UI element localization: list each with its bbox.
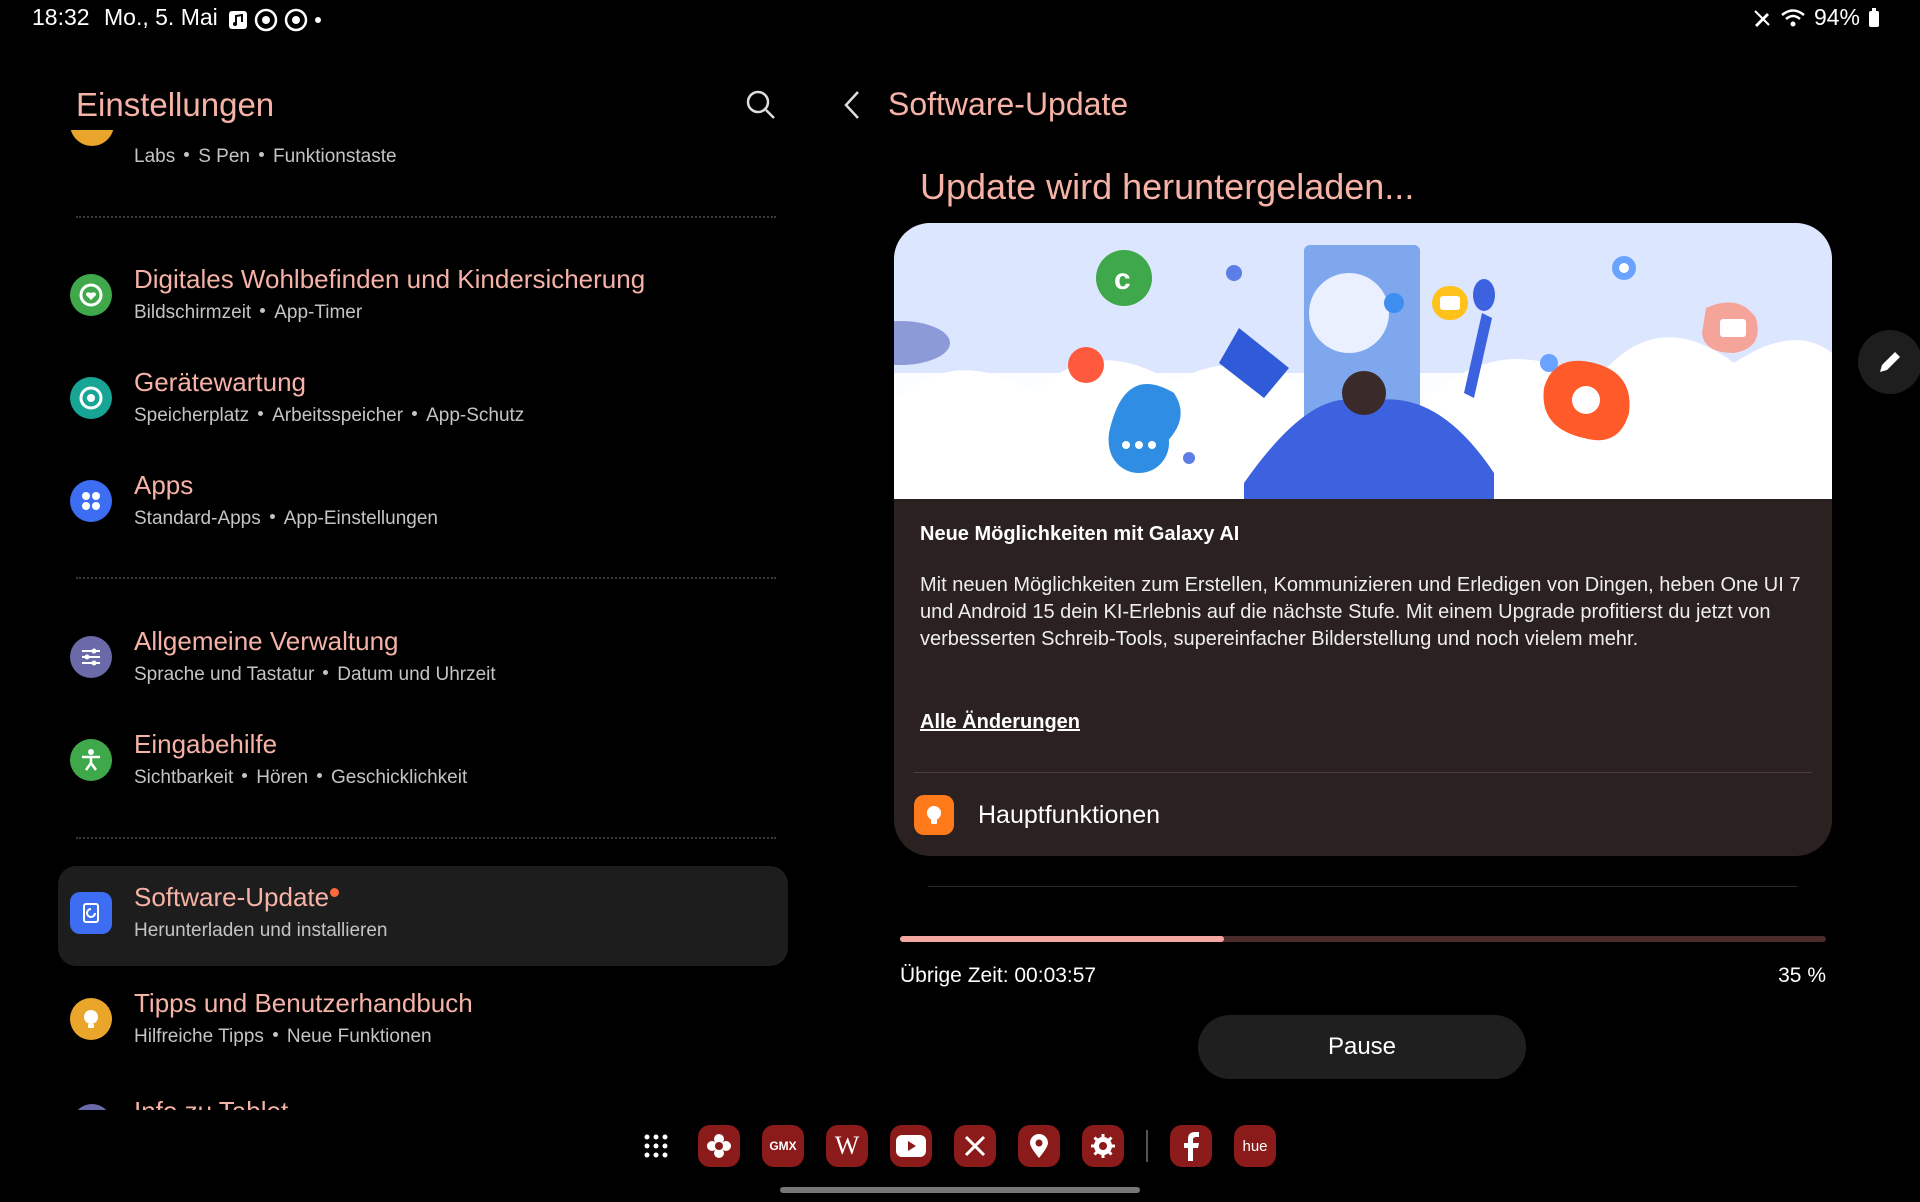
dock-app-gallery[interactable] bbox=[698, 1125, 740, 1167]
settings-item-general-management[interactable]: Allgemeine Verwaltung Sprache und Tastat… bbox=[58, 610, 788, 710]
download-progress-bar bbox=[900, 936, 1826, 942]
settings-item-subtitle: Herunterladen und installieren bbox=[134, 920, 388, 941]
download-status-heading: Update wird heruntergeladen... bbox=[920, 166, 1415, 207]
dock-app-youtube[interactable] bbox=[890, 1125, 932, 1167]
dock-separator bbox=[1146, 1130, 1148, 1162]
main-features-item[interactable]: Hauptfunktionen bbox=[978, 801, 1160, 830]
progress-percent: 35 % bbox=[1778, 964, 1826, 987]
settings-item-title: Tipps und Benutzerhandbuch bbox=[134, 988, 473, 1018]
about-tablet-icon bbox=[72, 1104, 112, 1110]
settings-item-title: Digitales Wohlbefinden und Kindersicheru… bbox=[134, 264, 646, 294]
flower-icon bbox=[707, 1134, 731, 1158]
battery-icon bbox=[1869, 7, 1879, 27]
software-update-icon bbox=[70, 892, 112, 934]
notification-badge-icon bbox=[254, 8, 278, 32]
settings-item-subtitle: Speicherplatz Arbeitsspeicher App-Schutz bbox=[134, 405, 525, 426]
bulb-icon bbox=[914, 795, 954, 835]
divider bbox=[928, 886, 1798, 887]
status-right: 94% bbox=[1752, 4, 1880, 31]
facebook-icon bbox=[1184, 1132, 1199, 1161]
settings-item-accessibility[interactable]: Eingabehilfe Sichtbarkeit Hören Geschickli… bbox=[58, 713, 788, 813]
search-icon bbox=[746, 90, 775, 119]
update-badge bbox=[330, 888, 339, 897]
galaxy-ai-illustration: c bbox=[894, 223, 1832, 499]
dock-app-wikipedia[interactable]: W bbox=[826, 1125, 868, 1167]
settings-item-subtitle: Sprache und Tastatur Datum und Uhrzeit bbox=[134, 664, 496, 685]
accessibility-icon bbox=[70, 739, 112, 781]
settings-item-title: Gerätewartung bbox=[134, 367, 306, 397]
settings-item-title: Allgemeine Verwaltung bbox=[134, 626, 399, 656]
notification-icons bbox=[228, 8, 322, 32]
app-drawer-button[interactable] bbox=[636, 1125, 676, 1167]
divider bbox=[914, 772, 1812, 773]
taskbar: GMX W hue bbox=[636, 1122, 1276, 1170]
settings-item-wellbeing[interactable]: Digitales Wohlbefinden und Kindersicheru… bbox=[58, 248, 788, 348]
more-notifications-icon bbox=[315, 17, 321, 23]
settings-item-subtitle: Bildschirmzeit App-Timer bbox=[134, 302, 363, 323]
release-notes-heading: Neue Möglichkeiten mit Galaxy AI bbox=[920, 523, 1240, 545]
page-title: Software-Update bbox=[888, 86, 1129, 122]
settings-item-subtitle: Hilfreiche Tipps Neue Funktionen bbox=[134, 1026, 432, 1047]
settings-item-subtitle: Sichtbarkeit Hören Geschicklichkeit bbox=[134, 767, 468, 788]
dock-app-hue[interactable]: hue bbox=[1234, 1125, 1276, 1167]
status-time: 18:32 bbox=[32, 4, 90, 30]
dock-app-facebook[interactable] bbox=[1170, 1125, 1212, 1167]
wifi-icon bbox=[1781, 8, 1805, 26]
svg-text:c: c bbox=[1114, 263, 1131, 296]
dock-app-maps[interactable] bbox=[1018, 1125, 1060, 1167]
dock-app-gmx[interactable]: GMX bbox=[762, 1125, 804, 1167]
battery-percent: 94% bbox=[1813, 4, 1860, 30]
pen-icon bbox=[1754, 9, 1770, 27]
dock-app-settings[interactable] bbox=[1082, 1125, 1124, 1167]
back-button[interactable] bbox=[838, 88, 868, 122]
wellbeing-icon bbox=[70, 274, 112, 316]
dock-app-x[interactable] bbox=[954, 1125, 996, 1167]
settings-item-title: Software-Update bbox=[134, 882, 330, 912]
settings-item-about-tablet[interactable]: Info zu Tablet bbox=[58, 1092, 788, 1110]
settings-item-apps[interactable]: Apps Standard-Apps App-Einstellungen bbox=[58, 454, 788, 554]
status-date: Mo., 5. Mai bbox=[104, 4, 218, 30]
settings-item-title: Apps bbox=[134, 470, 194, 500]
tips-icon bbox=[70, 998, 112, 1040]
partial-item-subtitle[interactable]: Labs S Pen Funktionstaste bbox=[134, 146, 397, 168]
pencil-icon bbox=[1880, 352, 1900, 372]
youtube-icon bbox=[896, 1135, 926, 1157]
settings-title: Einstellungen bbox=[76, 86, 275, 123]
search-button[interactable] bbox=[744, 88, 778, 122]
settings-item-device-care[interactable]: Gerätewartung Speicherplatz Arbeitsspeich… bbox=[58, 351, 788, 451]
chevron-left-icon bbox=[844, 91, 859, 119]
settings-item-title: Eingabehilfe bbox=[134, 729, 278, 759]
settings-item-software-update[interactable]: Software-Update Herunterladen und instal… bbox=[58, 866, 788, 966]
divider bbox=[76, 216, 776, 218]
pause-button[interactable]: Pause bbox=[1198, 1015, 1526, 1079]
apps-icon bbox=[70, 480, 112, 522]
home-indicator[interactable] bbox=[780, 1187, 1140, 1193]
settings-item-subtitle: Standard-Apps App-Einstellungen bbox=[134, 508, 438, 529]
settings-item-title: Info zu Tablet bbox=[134, 1096, 288, 1110]
remaining-time: Übrige Zeit: 00:03:57 bbox=[900, 964, 1097, 987]
release-notes-body: Mit neuen Möglichkeiten zum Erstellen, K… bbox=[920, 574, 1801, 650]
grid-icon bbox=[644, 1134, 668, 1158]
x-logo-icon bbox=[964, 1135, 986, 1157]
edit-button[interactable] bbox=[1858, 330, 1920, 394]
partial-item-icon bbox=[70, 130, 114, 158]
all-changes-link[interactable]: Alle Änderungen bbox=[920, 711, 1080, 734]
general-management-icon bbox=[70, 636, 112, 678]
music-note-icon bbox=[229, 11, 247, 29]
settings-item-tips[interactable]: Tipps und Benutzerhandbuch Hilfreiche Ti… bbox=[58, 972, 788, 1072]
map-pin-icon bbox=[1030, 1134, 1048, 1158]
divider bbox=[76, 837, 776, 839]
divider bbox=[76, 577, 776, 579]
release-notes-card: c Neue Möglichkeiten mit Galaxy AI Mit n… bbox=[894, 223, 1832, 856]
device-care-icon bbox=[70, 377, 112, 419]
progress-fill bbox=[900, 936, 1225, 942]
notification-badge-icon bbox=[284, 8, 308, 32]
gear-icon bbox=[1091, 1134, 1115, 1158]
